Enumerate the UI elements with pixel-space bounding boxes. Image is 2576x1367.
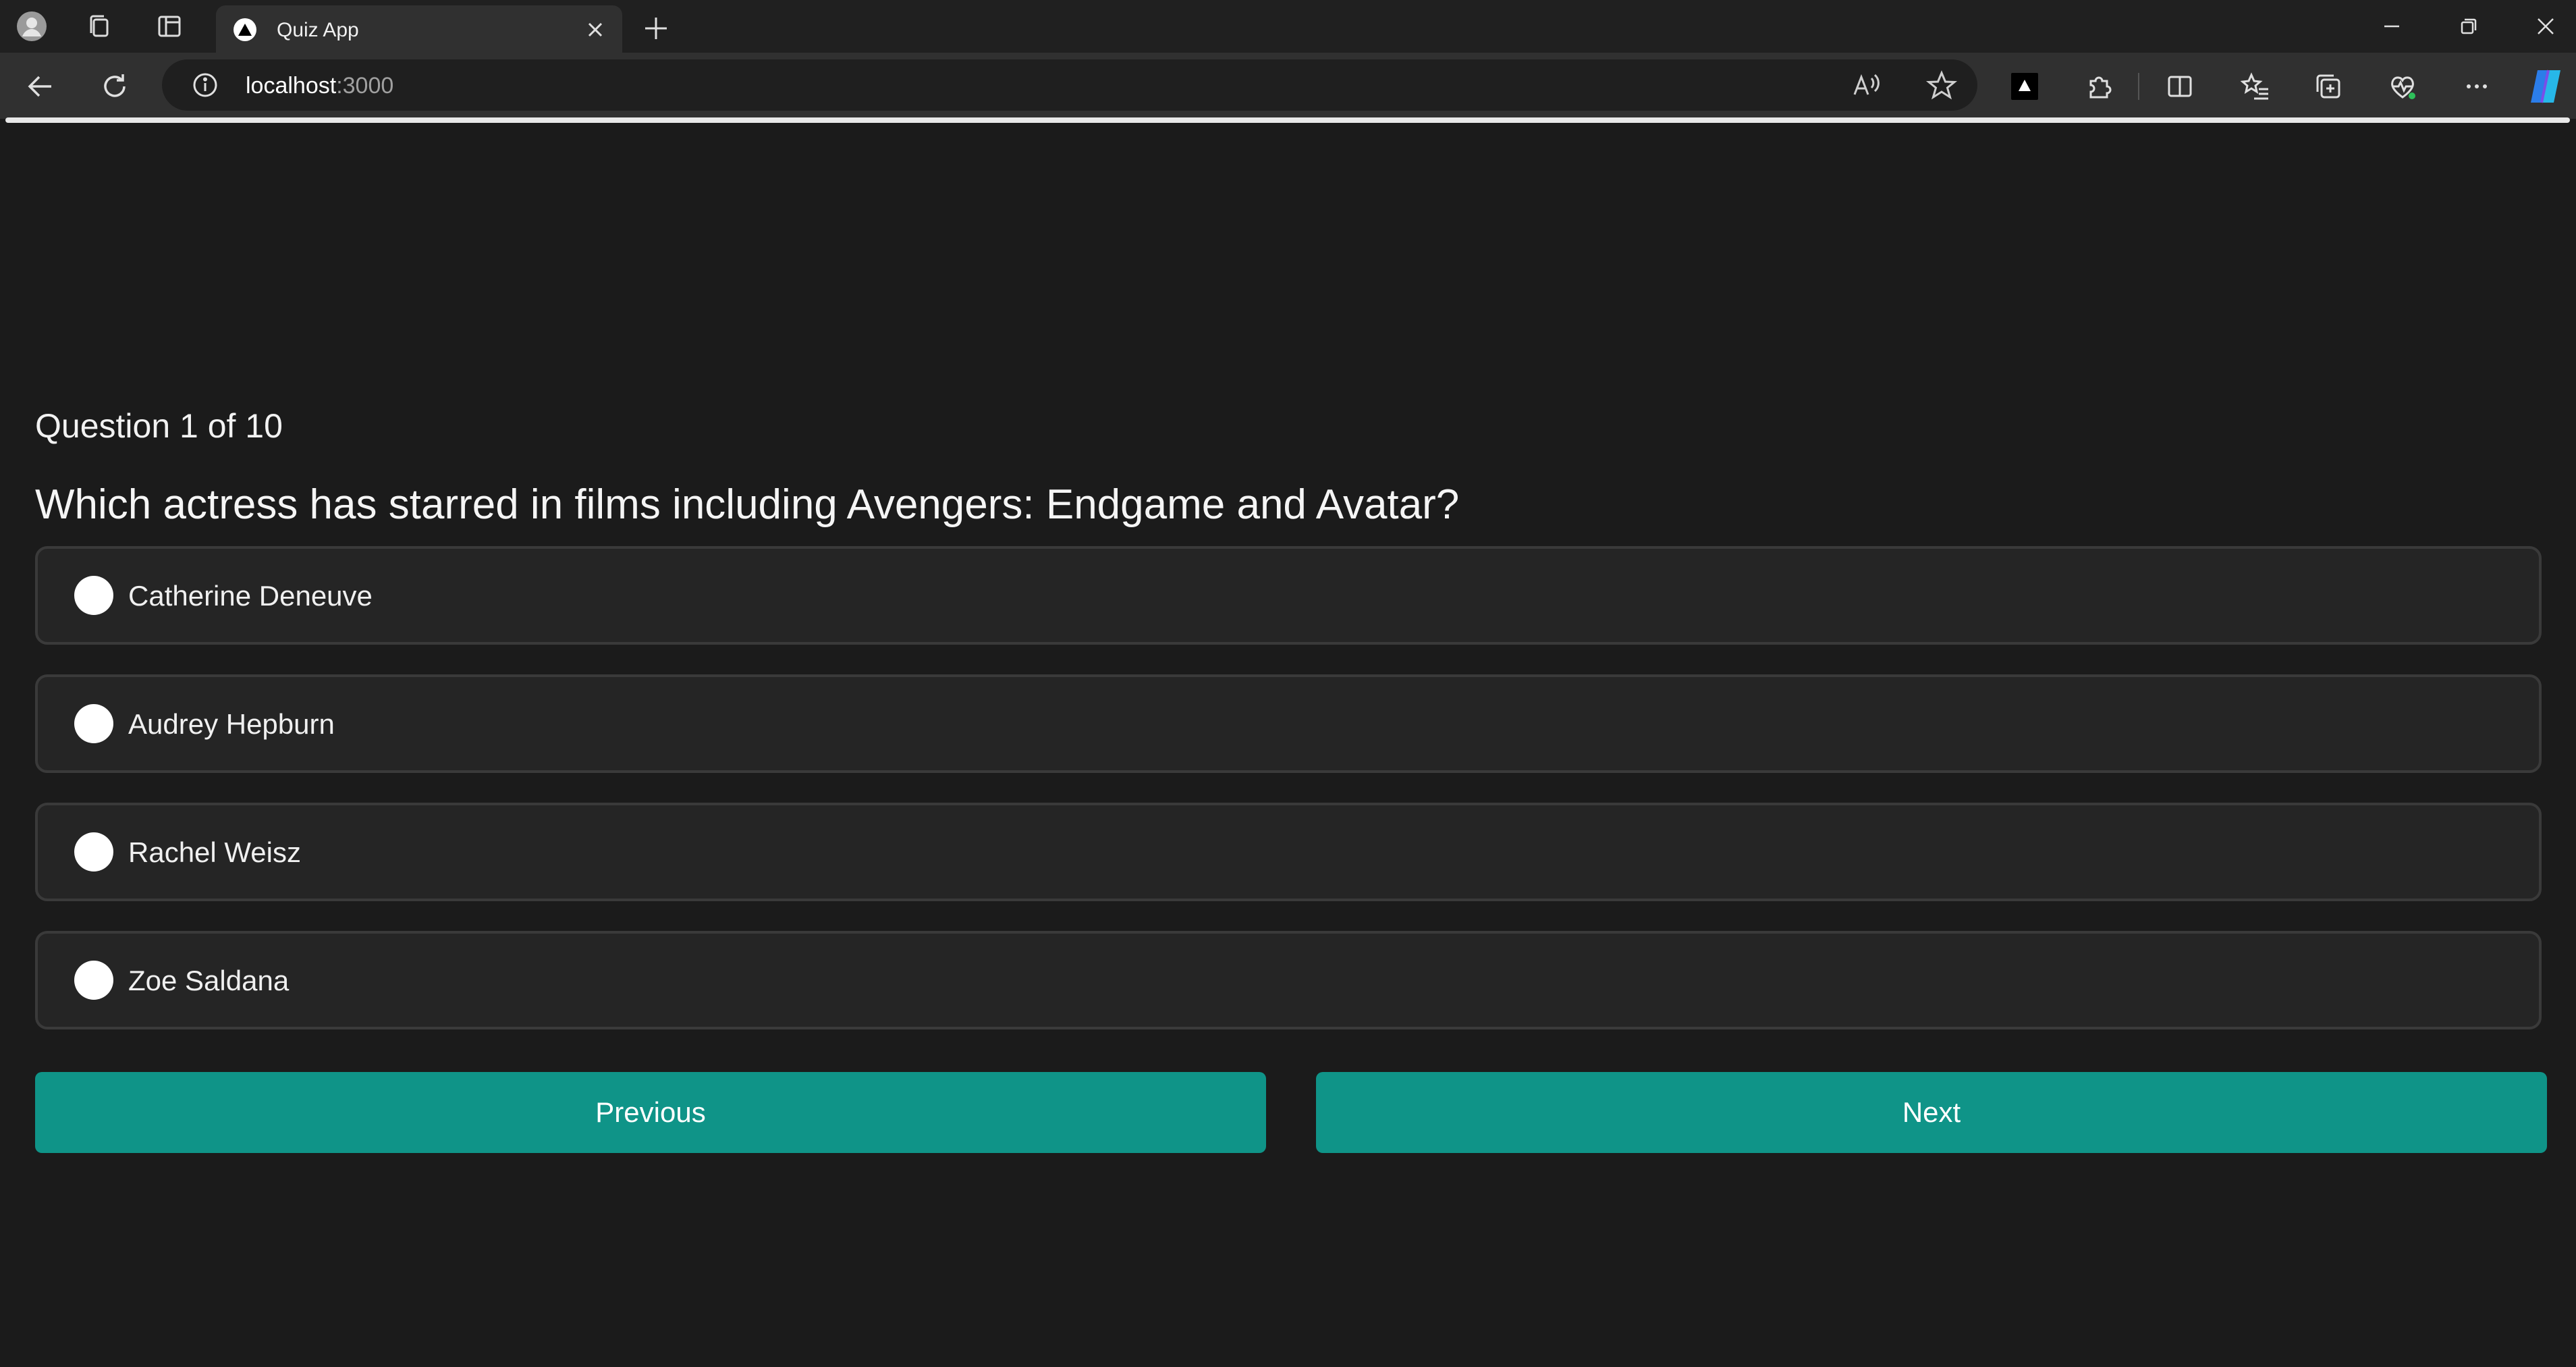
previous-button[interactable]: Previous (35, 1072, 1266, 1153)
read-aloud-icon[interactable] (1849, 69, 1883, 103)
tab-quiz-app[interactable]: Quiz App (216, 5, 622, 53)
profile-avatar-icon[interactable] (15, 9, 49, 43)
vertical-tabs-icon[interactable] (153, 9, 186, 43)
tab-favicon-icon (234, 18, 256, 41)
quiz-page: Question 1 of 10 Which actress has starr… (0, 123, 2576, 1367)
radio-button[interactable] (74, 704, 113, 743)
split-screen-icon[interactable] (2160, 66, 2200, 107)
restore-icon[interactable] (2448, 9, 2489, 43)
extension-vercel-icon[interactable] (2004, 66, 2045, 107)
favorites-list-icon[interactable] (2235, 66, 2276, 107)
browser-navbar: localhost:3000 (0, 53, 2576, 119)
url-port: :3000 (336, 73, 394, 99)
url-host: localhost (246, 73, 337, 99)
refresh-icon[interactable] (94, 66, 135, 107)
new-tab-plus-icon[interactable] (640, 12, 672, 45)
radio-button[interactable] (74, 832, 113, 872)
tab-title: Quiz App (277, 19, 359, 41)
site-info-icon[interactable] (192, 72, 219, 99)
browser-essentials-icon[interactable] (2382, 66, 2423, 107)
url-text[interactable]: localhost:3000 (246, 73, 393, 99)
answer-option[interactable]: Rachel Weisz (35, 803, 2542, 901)
toolbar-divider (2138, 73, 2139, 100)
question-progress: Question 1 of 10 (35, 407, 283, 445)
question-text: Which actress has starred in films inclu… (35, 481, 1460, 528)
answer-option-label: Rachel Weisz (128, 836, 301, 868)
answer-option-label: Audrey Hepburn (128, 708, 335, 740)
workspaces-icon[interactable] (82, 9, 116, 43)
tab-close-icon[interactable] (583, 18, 607, 42)
next-button[interactable]: Next (1316, 1072, 2547, 1153)
answer-option[interactable]: Catherine Deneuve (35, 546, 2542, 645)
radio-button[interactable] (74, 576, 113, 615)
browser-titlebar: Quiz App (0, 0, 2576, 53)
copilot-icon[interactable] (2525, 66, 2566, 107)
page-top-border (5, 117, 2570, 123)
extensions-puzzle-icon[interactable] (2079, 66, 2119, 107)
answer-option-label: Zoe Saldana (128, 965, 290, 996)
answer-option-label: Catherine Deneuve (128, 580, 373, 612)
more-options-icon[interactable] (2457, 66, 2497, 107)
favorite-star-icon[interactable] (1925, 69, 1958, 103)
answer-option[interactable]: Zoe Saldana (35, 931, 2542, 1029)
collections-icon[interactable] (2308, 66, 2349, 107)
answer-option[interactable]: Audrey Hepburn (35, 674, 2542, 773)
minimize-icon[interactable] (2372, 9, 2412, 43)
back-arrow-icon[interactable] (20, 66, 61, 107)
close-window-icon[interactable] (2525, 9, 2566, 43)
radio-button[interactable] (74, 961, 113, 1000)
address-bar[interactable]: localhost:3000 (162, 59, 1977, 111)
